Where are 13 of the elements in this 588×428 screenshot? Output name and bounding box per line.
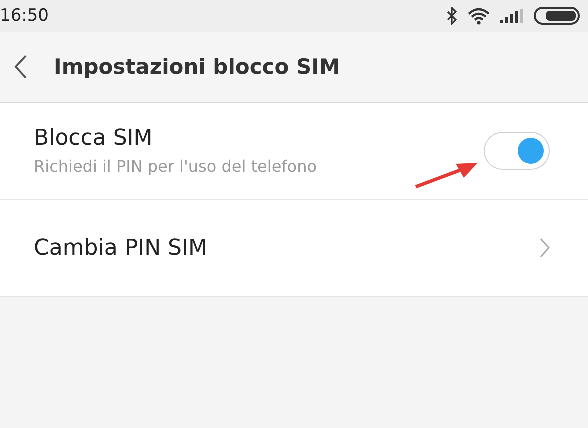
back-icon[interactable] — [14, 54, 28, 80]
toggle-switch[interactable] — [484, 132, 550, 170]
signal-icon — [500, 9, 524, 23]
wifi-icon — [468, 8, 490, 24]
setting-description: Richiedi il PIN per l'uso del telefono — [34, 157, 318, 176]
battery-icon — [534, 7, 580, 25]
setting-title: Blocca SIM — [34, 126, 154, 151]
annotation-arrow — [414, 160, 480, 190]
bluetooth-icon — [446, 7, 458, 25]
setting-title: Cambia PIN SIM — [34, 236, 208, 260]
page-title: Impostazioni blocco SIM — [54, 55, 340, 79]
chevron-icon[interactable] — [540, 238, 550, 258]
status-time: 16:50 — [0, 6, 49, 26]
